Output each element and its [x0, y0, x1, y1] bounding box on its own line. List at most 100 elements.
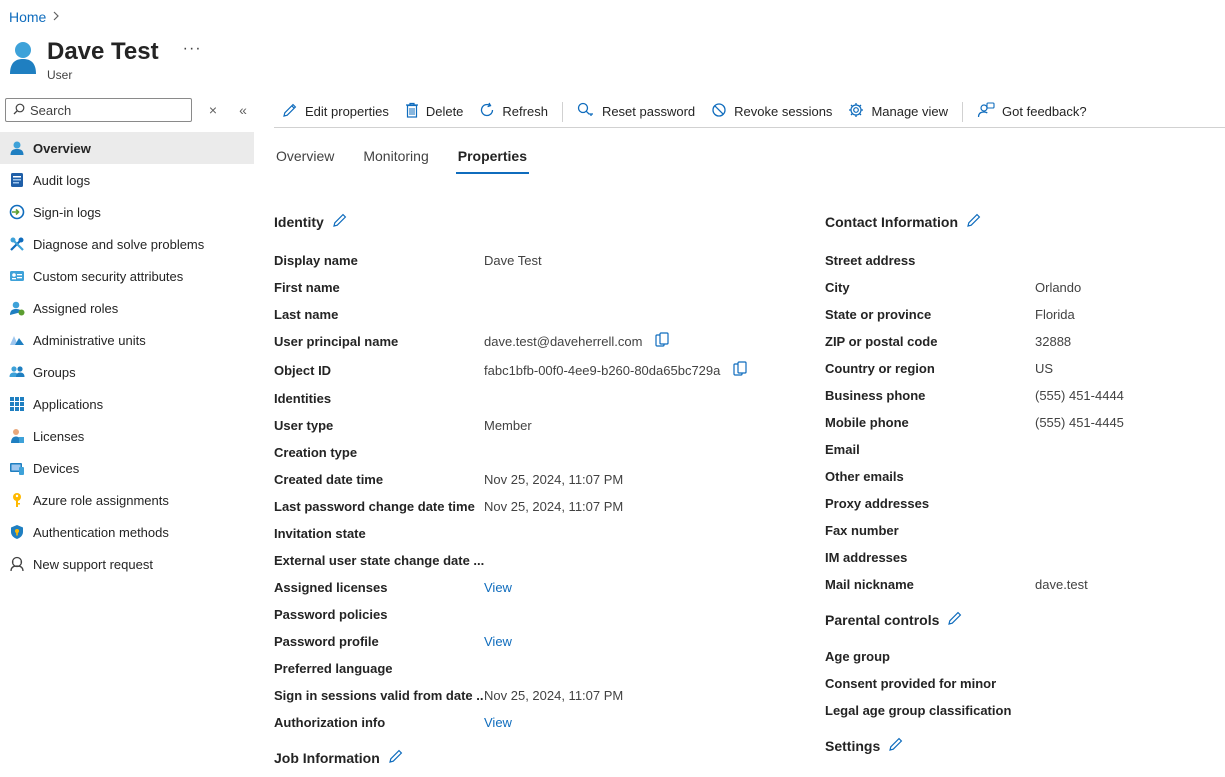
property-row: Identities — [274, 385, 814, 412]
chevron-right-icon — [52, 11, 60, 24]
property-value: (555) 451-4444 — [1035, 388, 1124, 403]
collapse-sidebar-icon[interactable]: « — [234, 102, 252, 118]
sidebar-item-overview[interactable]: Overview — [0, 132, 254, 164]
property-label: Invitation state — [274, 526, 366, 541]
sidebar-item-auth-methods[interactable]: Authentication methods — [0, 516, 254, 548]
sidebar-item-devices[interactable]: Devices — [0, 452, 254, 484]
search-box[interactable] — [5, 98, 192, 122]
edit-pencil-icon[interactable] — [966, 212, 982, 231]
property-value: 32888 — [1035, 334, 1072, 349]
assigned-licenses-view-link[interactable]: View — [484, 580, 512, 595]
parental-section-title: Parental controls — [825, 612, 940, 628]
property-row: Password profile View — [274, 628, 814, 655]
sidebar-item-azure-role-assignments[interactable]: Azure role assignments — [0, 484, 254, 516]
property-row: First name — [274, 274, 814, 301]
edit-pencil-icon[interactable] — [388, 748, 404, 767]
property-label: City — [825, 280, 850, 295]
property-row: Proxy addresses — [825, 490, 1225, 517]
identity-column: Identity Display name Dave Test First nam… — [274, 210, 814, 770]
sidebar-item-assigned-roles[interactable]: Assigned roles — [0, 292, 254, 324]
edit-properties-label: Edit properties — [305, 104, 389, 119]
sidebar-item-diagnose[interactable]: Diagnose and solve problems — [0, 228, 254, 260]
device-icon — [9, 460, 25, 476]
sidebar-item-label: Groups — [33, 364, 76, 380]
sidebar-item-audit-logs[interactable]: Audit logs — [0, 164, 254, 196]
sidebar-item-new-support-request[interactable]: New support request — [0, 548, 254, 580]
clear-search-icon[interactable]: × — [204, 102, 222, 118]
sidebar-item-label: Administrative units — [33, 332, 146, 348]
id-card-icon — [9, 268, 25, 284]
property-row: Mail nickname dave.test — [825, 571, 1225, 598]
toolbar-divider — [561, 101, 563, 122]
feedback-button[interactable]: Got feedback? — [969, 98, 1095, 126]
property-label: Consent provided for minor — [825, 676, 997, 691]
sidebar-item-custom-security[interactable]: Custom security attributes — [0, 260, 254, 292]
grid-icon — [9, 396, 25, 412]
search-input[interactable] — [30, 102, 180, 118]
copy-icon[interactable] — [732, 360, 748, 380]
property-label: Identities — [274, 391, 332, 406]
property-value: Florida — [1035, 307, 1075, 322]
property-row: Business phone (555) 451-4444 — [825, 382, 1225, 409]
sidebar-item-label: Custom security attributes — [33, 268, 184, 284]
sidebar-item-licenses[interactable]: Licenses — [0, 420, 254, 452]
property-row: Creation type — [274, 439, 814, 466]
property-row: City Orlando — [825, 274, 1225, 301]
property-label: First name — [274, 280, 340, 295]
manage-view-button[interactable]: Manage view — [840, 98, 956, 126]
property-row: Last name — [274, 301, 814, 328]
reset-password-button[interactable]: Reset password — [569, 98, 703, 126]
gear-icon — [848, 102, 864, 121]
sidebar-item-label: Devices — [33, 460, 80, 476]
property-row: Object ID fabc1bfb-00f0-4ee9-b260-80da65… — [274, 355, 814, 385]
sidebar-item-label: Authentication methods — [33, 524, 169, 540]
property-label: Legal age group classification — [825, 703, 1012, 718]
authorization-info-view-link[interactable]: View — [484, 715, 512, 730]
property-value: Member — [484, 418, 532, 433]
edit-properties-button[interactable]: Edit properties — [274, 98, 397, 126]
property-value: dave.test@daveherrell.com — [484, 332, 670, 351]
admin-units-icon — [9, 332, 25, 348]
property-label: Password profile — [274, 634, 379, 649]
property-row: Other emails — [825, 463, 1225, 490]
edit-pencil-icon[interactable] — [332, 212, 348, 231]
breadcrumb-home-link[interactable]: Home — [9, 9, 46, 25]
sidebar-nav: Overview Audit logs Sign-in logs Diagnos… — [0, 132, 254, 580]
delete-button[interactable]: Delete — [397, 98, 472, 126]
property-label: Other emails — [825, 469, 904, 484]
sidebar-item-label: New support request — [33, 556, 153, 572]
sidebar-item-admin-units[interactable]: Administrative units — [0, 324, 254, 356]
tab-properties[interactable]: Properties — [455, 144, 529, 174]
password-profile-view-link[interactable]: View — [484, 634, 512, 649]
property-value: Orlando — [1035, 280, 1082, 295]
property-label: Mail nickname — [825, 577, 914, 592]
property-label: Object ID — [274, 362, 332, 378]
property-row: User type Member — [274, 412, 814, 439]
property-row: Street address — [825, 247, 1225, 274]
sidebar-item-sign-in-logs[interactable]: Sign-in logs — [0, 196, 254, 228]
key-icon — [9, 492, 25, 508]
feedback-person-icon — [977, 102, 995, 121]
property-row: Assigned licenses View — [274, 574, 814, 601]
identity-section-title: Identity — [274, 214, 324, 230]
property-row: Authorization info View — [274, 709, 814, 736]
refresh-button[interactable]: Refresh — [471, 98, 556, 126]
revoke-sessions-button[interactable]: Revoke sessions — [703, 98, 840, 126]
edit-pencil-icon[interactable] — [888, 736, 904, 755]
tab-overview[interactable]: Overview — [274, 144, 336, 174]
sidebar-item-applications[interactable]: Applications — [0, 388, 254, 420]
edit-pencil-icon[interactable] — [947, 610, 963, 629]
pencil-icon — [282, 102, 298, 121]
property-label: Display name — [274, 253, 358, 268]
copy-icon[interactable] — [654, 332, 670, 351]
refresh-label: Refresh — [502, 104, 548, 119]
more-options-button[interactable]: ··· — [183, 40, 202, 58]
sidebar-item-label: Applications — [33, 396, 104, 412]
sidebar-item-groups[interactable]: Groups — [0, 356, 254, 388]
property-value: dave.test — [1035, 577, 1088, 592]
property-label: Proxy addresses — [825, 496, 930, 511]
tab-monitoring[interactable]: Monitoring — [361, 144, 430, 174]
manage-view-label: Manage view — [871, 104, 949, 119]
property-value: Nov 25, 2024, 11:07 PM — [484, 472, 624, 487]
contact-column: Contact Information Street address City O… — [825, 210, 1225, 758]
